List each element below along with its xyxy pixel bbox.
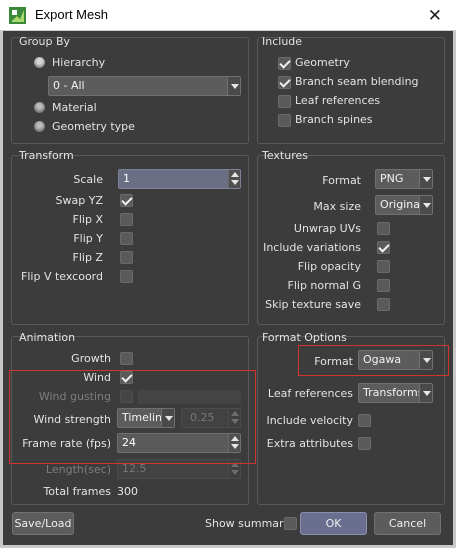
- flip-y-checkbox[interactable]: [120, 232, 133, 245]
- include-velocity-label: Include velocity: [266, 414, 353, 427]
- include-variations-label: Include variations: [263, 241, 361, 254]
- include-panel: [257, 37, 445, 144]
- show-summary-checkbox[interactable]: [284, 517, 297, 530]
- include-title: Include: [262, 35, 303, 48]
- material-label: Material: [52, 101, 97, 114]
- wind-settings-highlight: [9, 370, 256, 464]
- export-mesh-dialog: Group By Hierarchy 0 - All Material Geom…: [3, 31, 453, 545]
- leaf-references-label: Leaf references: [267, 387, 353, 400]
- max-size-value: Original: [380, 198, 424, 211]
- swap-yz-label: Swap YZ: [55, 194, 103, 207]
- include-variations-checkbox[interactable]: [377, 241, 390, 254]
- length-label: Length(sec): [45, 463, 111, 476]
- total-frames-value: 300: [117, 485, 138, 498]
- skip-texture-save-checkbox[interactable]: [377, 298, 390, 311]
- flip-x-label: Flip X: [72, 213, 103, 226]
- scale-label: Scale: [73, 173, 103, 186]
- include-branch-seam-label: Branch seam blending: [295, 75, 419, 88]
- growth-label: Growth: [71, 352, 111, 365]
- chevron-down-icon: [227, 77, 240, 95]
- flip-normal-g-checkbox[interactable]: [377, 279, 390, 292]
- flip-opacity-checkbox[interactable]: [377, 260, 390, 273]
- growth-checkbox[interactable]: [120, 352, 133, 365]
- include-geometry-label: Geometry: [295, 56, 350, 69]
- flip-normal-g-label: Flip normal G: [287, 279, 361, 292]
- hierarchy-combo-value: 0 - All: [53, 79, 85, 92]
- leaf-references-combo[interactable]: Transforms: [358, 383, 433, 403]
- flip-opacity-label: Flip opacity: [297, 260, 361, 273]
- texture-format-value: PNG: [380, 172, 404, 185]
- animation-title: Animation: [19, 331, 76, 344]
- hierarchy-combo[interactable]: 0 - All: [48, 76, 241, 96]
- include-leaf-references-checkbox[interactable]: [278, 95, 291, 108]
- geometry-type-label: Geometry type: [52, 120, 135, 133]
- show-summary-label: Show summary: [205, 517, 291, 530]
- ok-button[interactable]: OK: [300, 512, 367, 535]
- leaf-references-value: Transforms: [363, 386, 424, 399]
- title-bar: Export Mesh ✕: [0, 0, 456, 31]
- flip-x-checkbox[interactable]: [120, 213, 133, 226]
- extra-attributes-label: Extra attributes: [266, 437, 353, 450]
- spin-arrows-icon[interactable]: [228, 170, 240, 188]
- geometry-type-radio[interactable]: [34, 121, 45, 132]
- texture-format-combo[interactable]: PNG: [375, 169, 433, 189]
- chevron-down-icon: [419, 196, 432, 214]
- include-branch-seam-checkbox[interactable]: [278, 76, 291, 89]
- include-velocity-checkbox[interactable]: [358, 414, 371, 427]
- include-geometry-checkbox[interactable]: [278, 57, 291, 70]
- format-options-title: Format Options: [262, 331, 347, 344]
- hierarchy-radio[interactable]: [34, 57, 45, 68]
- flip-v-texcoord-checkbox[interactable]: [120, 270, 133, 283]
- total-frames-label: Total frames: [43, 485, 111, 498]
- transform-title: Transform: [19, 149, 74, 162]
- hierarchy-label: Hierarchy: [52, 56, 106, 69]
- swap-yz-checkbox[interactable]: [120, 194, 133, 207]
- flip-y-label: Flip Y: [73, 232, 103, 245]
- include-branch-spines-checkbox[interactable]: [278, 114, 291, 127]
- unwrap-uvs-label: Unwrap UVs: [293, 222, 361, 235]
- scale-value: 1: [123, 172, 130, 185]
- flip-v-texcoord-label: Flip V texcoord: [21, 270, 103, 283]
- close-icon[interactable]: ✕: [428, 6, 442, 26]
- format-highlight: [298, 345, 449, 376]
- skip-texture-save-label: Skip texture save: [265, 298, 361, 311]
- app-logo-icon: [9, 7, 26, 24]
- chevron-down-icon: [419, 170, 432, 188]
- save-load-button[interactable]: Save/Load: [12, 512, 74, 535]
- chevron-down-icon: [419, 384, 432, 402]
- include-branch-spines-label: Branch spines: [295, 113, 373, 126]
- unwrap-uvs-checkbox[interactable]: [377, 222, 390, 235]
- extra-attributes-checkbox[interactable]: [358, 437, 371, 450]
- scale-spinbox[interactable]: 1: [118, 169, 241, 189]
- textures-title: Textures: [262, 149, 308, 162]
- flip-z-checkbox[interactable]: [120, 251, 133, 264]
- window-title: Export Mesh: [35, 7, 108, 22]
- max-size-combo[interactable]: Original: [375, 195, 433, 215]
- texture-format-label: Format: [322, 174, 361, 187]
- flip-z-label: Flip Z: [72, 251, 103, 264]
- material-radio[interactable]: [34, 102, 45, 113]
- include-leaf-references-label: Leaf references: [295, 94, 381, 107]
- max-size-label: Max size: [313, 200, 361, 213]
- group-by-title: Group By: [19, 35, 71, 48]
- cancel-button[interactable]: Cancel: [374, 512, 441, 535]
